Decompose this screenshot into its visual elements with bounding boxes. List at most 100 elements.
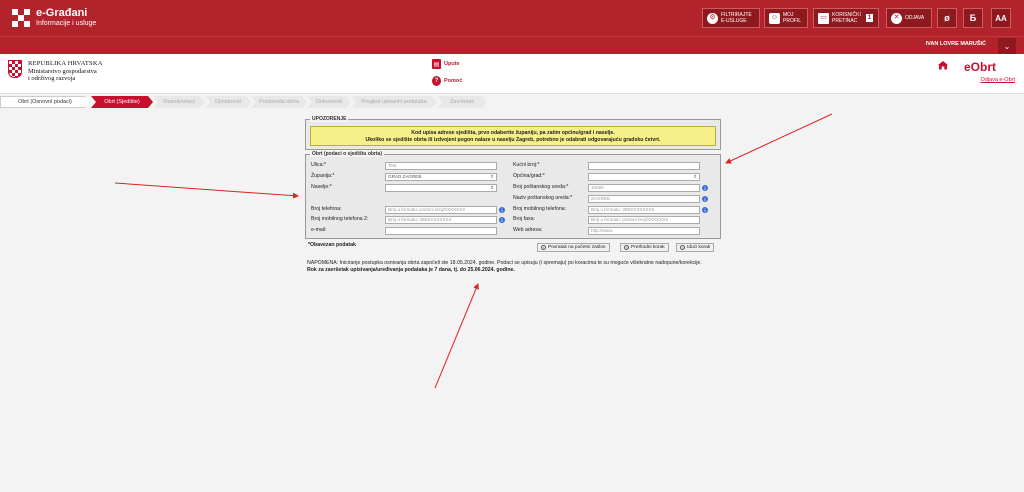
help-icon: ? xyxy=(432,76,441,86)
upute-link[interactable]: ▤ Upute xyxy=(432,59,460,69)
kucni-broj-input[interactable] xyxy=(588,162,700,170)
naselje-select[interactable]: ⇕ xyxy=(385,184,497,192)
logout-button[interactable]: ✕ ODJAVA xyxy=(886,8,932,28)
ministry-line2: Ministarstvo gospodarstva xyxy=(28,67,97,75)
step-djelatnosti: Djelatnosti xyxy=(205,96,251,108)
telefon-label: Broj telefona: xyxy=(311,206,342,212)
postanski-naziv-label: Naziv poštanskog ureda:* xyxy=(513,195,573,201)
required-note: *Obavezan podatak xyxy=(308,242,356,248)
ministry-name: REPUBLIKA HRVATSKA Ministarstvo gospodar… xyxy=(28,60,103,83)
home-screen-button[interactable]: ‹ Povratak na početni zaslon xyxy=(537,243,610,252)
previous-icon: ‹ xyxy=(624,245,629,250)
filter-eservices-button[interactable]: ⚙ FILTRIRAJTE E-USLUGE xyxy=(702,8,760,28)
profile-line2: PROFIL xyxy=(783,18,802,24)
zupanija-value: GRAD ZAGREB xyxy=(388,174,422,179)
hide-eye-icon[interactable]: ø xyxy=(937,8,957,28)
mobitel-input[interactable]: Broj u formatu: 385XXXXXXXX xyxy=(588,206,700,214)
warning-legend: UPOZORENJE xyxy=(310,116,349,122)
brand[interactable]: e-Građani Informacije i usluge xyxy=(36,7,96,28)
filter-icon: ⚙ xyxy=(707,12,718,24)
web-label: Web adresa: xyxy=(513,227,543,233)
address-form-legend: Obrt (podaci o sjedištu obrta) xyxy=(310,151,385,157)
select-arrow-icon: ⇕ xyxy=(490,185,494,190)
warning-line1: Kod upisa adrese sjedišta, prvo odaberit… xyxy=(411,130,615,136)
filter-line2: E-USLUGE xyxy=(721,18,747,24)
chevron-down-icon[interactable]: ⌄ xyxy=(998,38,1016,54)
postanski-broj-label: Broj poštanskog ureda:* xyxy=(513,184,569,190)
opcina-label: Općina/grad:* xyxy=(513,173,545,179)
step-sjediste[interactable]: Obrt (Sjedište) xyxy=(91,96,153,108)
brand-title: e-Građani xyxy=(36,7,88,19)
step-zavrsetak: Završetak xyxy=(437,96,487,108)
deadline-note-text: NAPOMENA: Iniciranje postupka osnivanja … xyxy=(307,260,702,266)
deadline-note: NAPOMENA: Iniciranje postupka osnivanja … xyxy=(307,260,707,274)
postanski-naziv-input[interactable]: ZAGREB xyxy=(588,195,700,203)
mobitel-info-icon[interactable]: i xyxy=(702,207,708,213)
croatian-coat-of-arms-icon xyxy=(8,60,22,78)
warning-message: Kod upisa adrese sjedišta, prvo odaberit… xyxy=(310,126,716,146)
select-arrow-icon: ⇕ xyxy=(490,174,494,179)
user-bar: IVAN LOVRE MARUŠIĆ ⌄ xyxy=(0,36,1024,54)
email-input[interactable] xyxy=(385,227,497,235)
zupanija-select[interactable]: GRAD ZAGREB ⇕ xyxy=(385,173,497,181)
web-input[interactable]: http://www. xyxy=(588,227,700,235)
mobitel2-info-icon[interactable]: i xyxy=(499,217,505,223)
home-screen-label: Povratak na početni zaslon xyxy=(548,245,606,250)
upute-label: Upute xyxy=(444,61,460,67)
step-poslovoda: Poslovođa obrta xyxy=(251,96,307,108)
profile-icon: ☺ xyxy=(769,12,780,24)
app-title: eObrt xyxy=(963,60,996,74)
close-icon: ✕ xyxy=(891,12,902,24)
kucni-broj-label: Kućni broj:* xyxy=(513,162,540,168)
ulica-label: Ulica:* xyxy=(311,162,326,168)
ministry-header: REPUBLIKA HRVATSKA Ministarstvo gospodar… xyxy=(0,54,1024,94)
mobitel2-label: Broj mobilnog telefona 2: xyxy=(311,216,369,222)
home-icon[interactable] xyxy=(937,60,949,70)
ministry-line3: i održivog razvoja xyxy=(28,75,76,82)
warning-line2: Ukoliko se sjedište obrta ili izdvojeni … xyxy=(365,137,661,143)
step-dokumenti: Dokumenti xyxy=(307,96,351,108)
next-step-label: Idući korak xyxy=(687,245,711,250)
ulica-input[interactable]: Test xyxy=(385,162,497,170)
previous-step-label: Prethodni korak xyxy=(631,245,665,250)
back-icon: ‹ xyxy=(541,245,546,250)
email-label: e-mail: xyxy=(311,227,327,233)
user-inbox-button[interactable]: ▭ KORISNIČKI PRETINAC 1 xyxy=(813,8,879,28)
eobrt-logout-link[interactable]: Odjava e-Obrt xyxy=(980,77,1015,83)
step-vlasnik: Vlasnik/ortaci xyxy=(153,96,205,108)
warning-panel: UPOZORENJE Kod upisa adrese sjedišta, pr… xyxy=(305,116,721,150)
pomoc-link[interactable]: ? Pomoć xyxy=(432,76,462,86)
fax-input[interactable]: Broj u formatu: pozivni broj/XXXXXXX xyxy=(588,216,700,224)
wizard-steps: Obrt (Osnovni podaci) Obrt (Sjedište) Vl… xyxy=(0,96,1024,108)
telefon-info-icon[interactable]: i xyxy=(499,207,505,213)
naselje-label: Naselje:* xyxy=(311,184,332,190)
user-name[interactable]: IVAN LOVRE MARUŠIĆ xyxy=(926,41,986,47)
font-size-toggle[interactable]: AA xyxy=(991,8,1011,28)
step-pregled: Pregled upisanih podataka xyxy=(351,96,437,108)
my-profile-button[interactable]: ☺ MOJ PROFIL xyxy=(764,8,808,28)
telefon-input[interactable]: Broj u formatu: pozivni broj/XXXXXXX xyxy=(385,206,497,214)
inbox-icon: ▭ xyxy=(818,12,829,24)
next-icon: › xyxy=(680,245,685,250)
mobitel2-input[interactable]: Broj u formatu: 385XXXXXXXX xyxy=(385,216,497,224)
ministry-line1: REPUBLIKA HRVATSKA xyxy=(28,60,103,67)
top-bar: e-Građani Informacije i usluge ⚙ FILTRIR… xyxy=(0,0,1024,36)
latin-cyrillic-toggle-icon[interactable]: Б xyxy=(963,8,983,28)
inbox-line2: PRETINAC xyxy=(832,18,858,24)
step-osnovni-podaci[interactable]: Obrt (Osnovni podaci) xyxy=(0,96,90,108)
postanski-naziv-info-icon[interactable]: i xyxy=(702,196,708,202)
brand-subtitle: Informacije i usluge xyxy=(36,20,97,27)
next-step-button[interactable]: › Idući korak xyxy=(676,243,715,252)
e-gradani-logo-icon[interactable] xyxy=(12,9,30,27)
previous-step-button[interactable]: ‹ Prethodni korak xyxy=(620,243,669,252)
inbox-badge: 1 xyxy=(865,14,874,22)
select-arrow-icon: ⇕ xyxy=(693,174,697,179)
postanski-broj-info-icon[interactable]: i xyxy=(702,185,708,191)
arrow-right xyxy=(725,113,833,164)
arrow-left xyxy=(114,182,299,199)
mobitel-label: Broj mobilnog telefona: xyxy=(513,206,567,212)
logout-label: ODJAVA xyxy=(905,15,925,21)
address-form: Obrt (podaci o sjedištu obrta) Ulica:* T… xyxy=(305,151,721,239)
opcina-select[interactable]: ⇕ xyxy=(588,173,700,181)
postanski-broj-input[interactable]: 10000 xyxy=(588,184,700,192)
